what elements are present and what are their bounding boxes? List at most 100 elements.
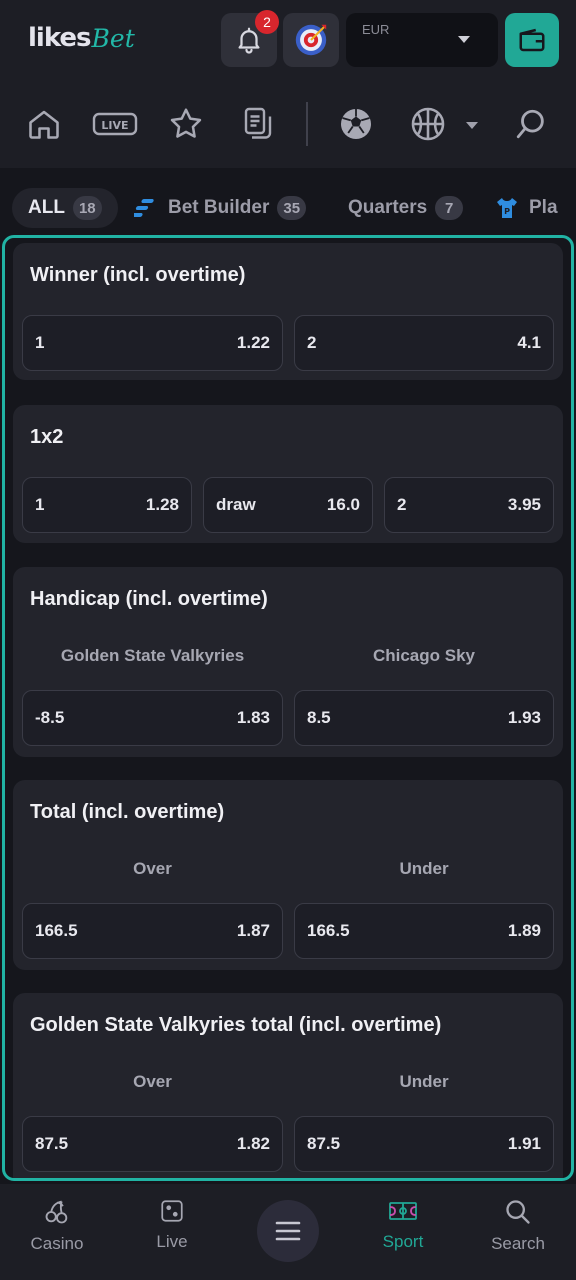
- betslip-icon[interactable]: [238, 104, 278, 144]
- odd-value: 1.28: [145, 495, 179, 514]
- currency-selector[interactable]: EUR: [346, 13, 498, 67]
- court-icon: [389, 1202, 417, 1220]
- odd-button[interactable]: -8.5 1.83: [22, 690, 283, 746]
- market-title: Total (incl. overtime): [30, 801, 225, 823]
- odd-value: 1.22: [236, 333, 270, 352]
- column-label: Under: [399, 1072, 449, 1091]
- odd-label: 2: [397, 495, 407, 514]
- tab-label: Bet Builder: [168, 197, 270, 218]
- market-card-winner: Winner (incl. overtime) 1 1.22 2 4.1: [13, 243, 563, 380]
- column-label: Under: [399, 859, 449, 878]
- odd-label: -8.5: [35, 708, 65, 727]
- column-label: Chicago Sky: [372, 646, 476, 665]
- odd-value: 1.82: [236, 1134, 270, 1153]
- chevron-down-icon[interactable]: [466, 122, 478, 129]
- odd-value: 1.89: [507, 921, 541, 940]
- bottom-nav-casino[interactable]: Casino: [7, 1198, 107, 1268]
- odd-label: 8.5: [307, 708, 331, 727]
- tab-count: 7: [435, 196, 464, 220]
- app-root: likes Bet 2 EUR LIVE ALL 18 Bet Builder …: [0, 0, 576, 1280]
- sport-nav-bar: LIVE: [0, 80, 576, 168]
- odd-value: 1.93: [507, 708, 541, 727]
- jersey-icon: P: [497, 198, 517, 218]
- tab-bet-builder[interactable]: Bet Builder 35: [134, 188, 307, 228]
- odd-value: 1.91: [507, 1134, 541, 1153]
- market-card-total: Total (incl. overtime) Over Under 166.5 …: [13, 780, 563, 970]
- odd-label: 2: [307, 333, 317, 352]
- live-icon[interactable]: LIVE: [92, 104, 138, 144]
- bottom-nav-label: Sport: [382, 1232, 424, 1251]
- odd-value: 1.87: [236, 921, 270, 940]
- column-label: Over: [133, 1072, 172, 1091]
- bottom-nav-label: Search: [491, 1234, 545, 1253]
- nav-divider: [306, 102, 308, 146]
- bottom-nav-live[interactable]: Live: [122, 1198, 222, 1268]
- dice-icon: [161, 1200, 183, 1222]
- column-label: Over: [133, 859, 172, 878]
- wallet-icon: [519, 28, 545, 52]
- promotions-button[interactable]: [283, 13, 339, 67]
- tab-all[interactable]: ALL 18: [12, 188, 118, 228]
- odd-label: draw: [216, 495, 256, 514]
- logo[interactable]: likes Bet: [28, 18, 135, 58]
- markets-list: Winner (incl. overtime) 1 1.22 2 4.1 1x2…: [2, 235, 574, 1181]
- market-title: Golden State Valkyries total (incl. over…: [30, 1014, 442, 1036]
- tab-count: 18: [72, 196, 102, 220]
- odd-button[interactable]: 87.5 1.82: [22, 1116, 283, 1172]
- bottom-nav: Casino Live Sport Search: [0, 1184, 576, 1280]
- tab-label: Quarters: [348, 197, 428, 218]
- tab-count: 35: [277, 196, 307, 220]
- market-card-handicap: Handicap (incl. overtime) Golden State V…: [13, 567, 563, 757]
- bottom-nav-label: Casino: [30, 1234, 84, 1253]
- odd-value: 4.1: [517, 333, 541, 352]
- bet-builder-icon: [134, 199, 154, 217]
- odd-button[interactable]: 87.5 1.91: [294, 1116, 554, 1172]
- tab-label: Pla: [529, 197, 558, 218]
- odd-label: 1: [35, 495, 45, 514]
- market-title: Handicap (incl. overtime): [30, 588, 268, 610]
- notification-badge: 2: [255, 10, 279, 34]
- football-icon[interactable]: [336, 104, 376, 144]
- basketball-icon[interactable]: [408, 104, 448, 144]
- odd-button[interactable]: 166.5 1.87: [22, 903, 283, 959]
- notifications-button[interactable]: 2: [221, 10, 279, 67]
- odd-label: 1: [35, 333, 45, 352]
- menu-button[interactable]: [257, 1200, 319, 1262]
- bottom-nav-sport[interactable]: Sport: [353, 1198, 453, 1268]
- logo-text-likes: likes: [28, 23, 92, 53]
- search-icon: [506, 1200, 530, 1224]
- odd-label: 87.5: [307, 1134, 341, 1153]
- odd-button[interactable]: 1 1.28: [22, 477, 192, 533]
- odd-value: 1.83: [236, 708, 270, 727]
- tab-label: ALL: [28, 197, 65, 218]
- odd-value: 3.95: [507, 495, 541, 514]
- target-icon: [295, 24, 327, 56]
- bottom-nav-search[interactable]: Search: [468, 1198, 568, 1268]
- odd-button[interactable]: 8.5 1.93: [294, 690, 554, 746]
- cherries-icon: [45, 1200, 68, 1224]
- home-icon[interactable]: [24, 104, 64, 144]
- column-label: Golden State Valkyries: [60, 646, 245, 665]
- odd-button[interactable]: 1 1.22: [22, 315, 283, 371]
- logo-text-bet: Bet: [91, 23, 135, 53]
- svg-text:LIVE: LIVE: [101, 119, 128, 132]
- odd-button[interactable]: 2 4.1: [294, 315, 554, 371]
- tab-quarters[interactable]: Quarters 7: [348, 188, 464, 228]
- top-header: likes Bet 2 EUR: [0, 0, 576, 80]
- currency-label: EUR: [362, 22, 390, 37]
- chevron-down-icon: [458, 36, 470, 43]
- odd-button[interactable]: draw 16.0: [203, 477, 373, 533]
- odd-button[interactable]: 166.5 1.89: [294, 903, 554, 959]
- odd-button[interactable]: 2 3.95: [384, 477, 554, 533]
- odd-label: 166.5: [307, 921, 350, 940]
- search-icon[interactable]: [511, 104, 551, 144]
- hamburger-menu-icon: [275, 1221, 301, 1241]
- tab-players[interactable]: P Pla: [495, 188, 558, 228]
- market-filter-tabs: ALL 18 Bet Builder 35 Quarters 7 P Pla: [0, 168, 576, 238]
- wallet-button[interactable]: [505, 13, 559, 67]
- star-icon[interactable]: [166, 104, 206, 144]
- odd-label: 87.5: [35, 1134, 69, 1153]
- market-title: 1x2: [30, 426, 64, 448]
- svg-text:P: P: [504, 207, 510, 216]
- market-card-1x2: 1x2 1 1.28 draw 16.0 2 3.95: [13, 405, 563, 543]
